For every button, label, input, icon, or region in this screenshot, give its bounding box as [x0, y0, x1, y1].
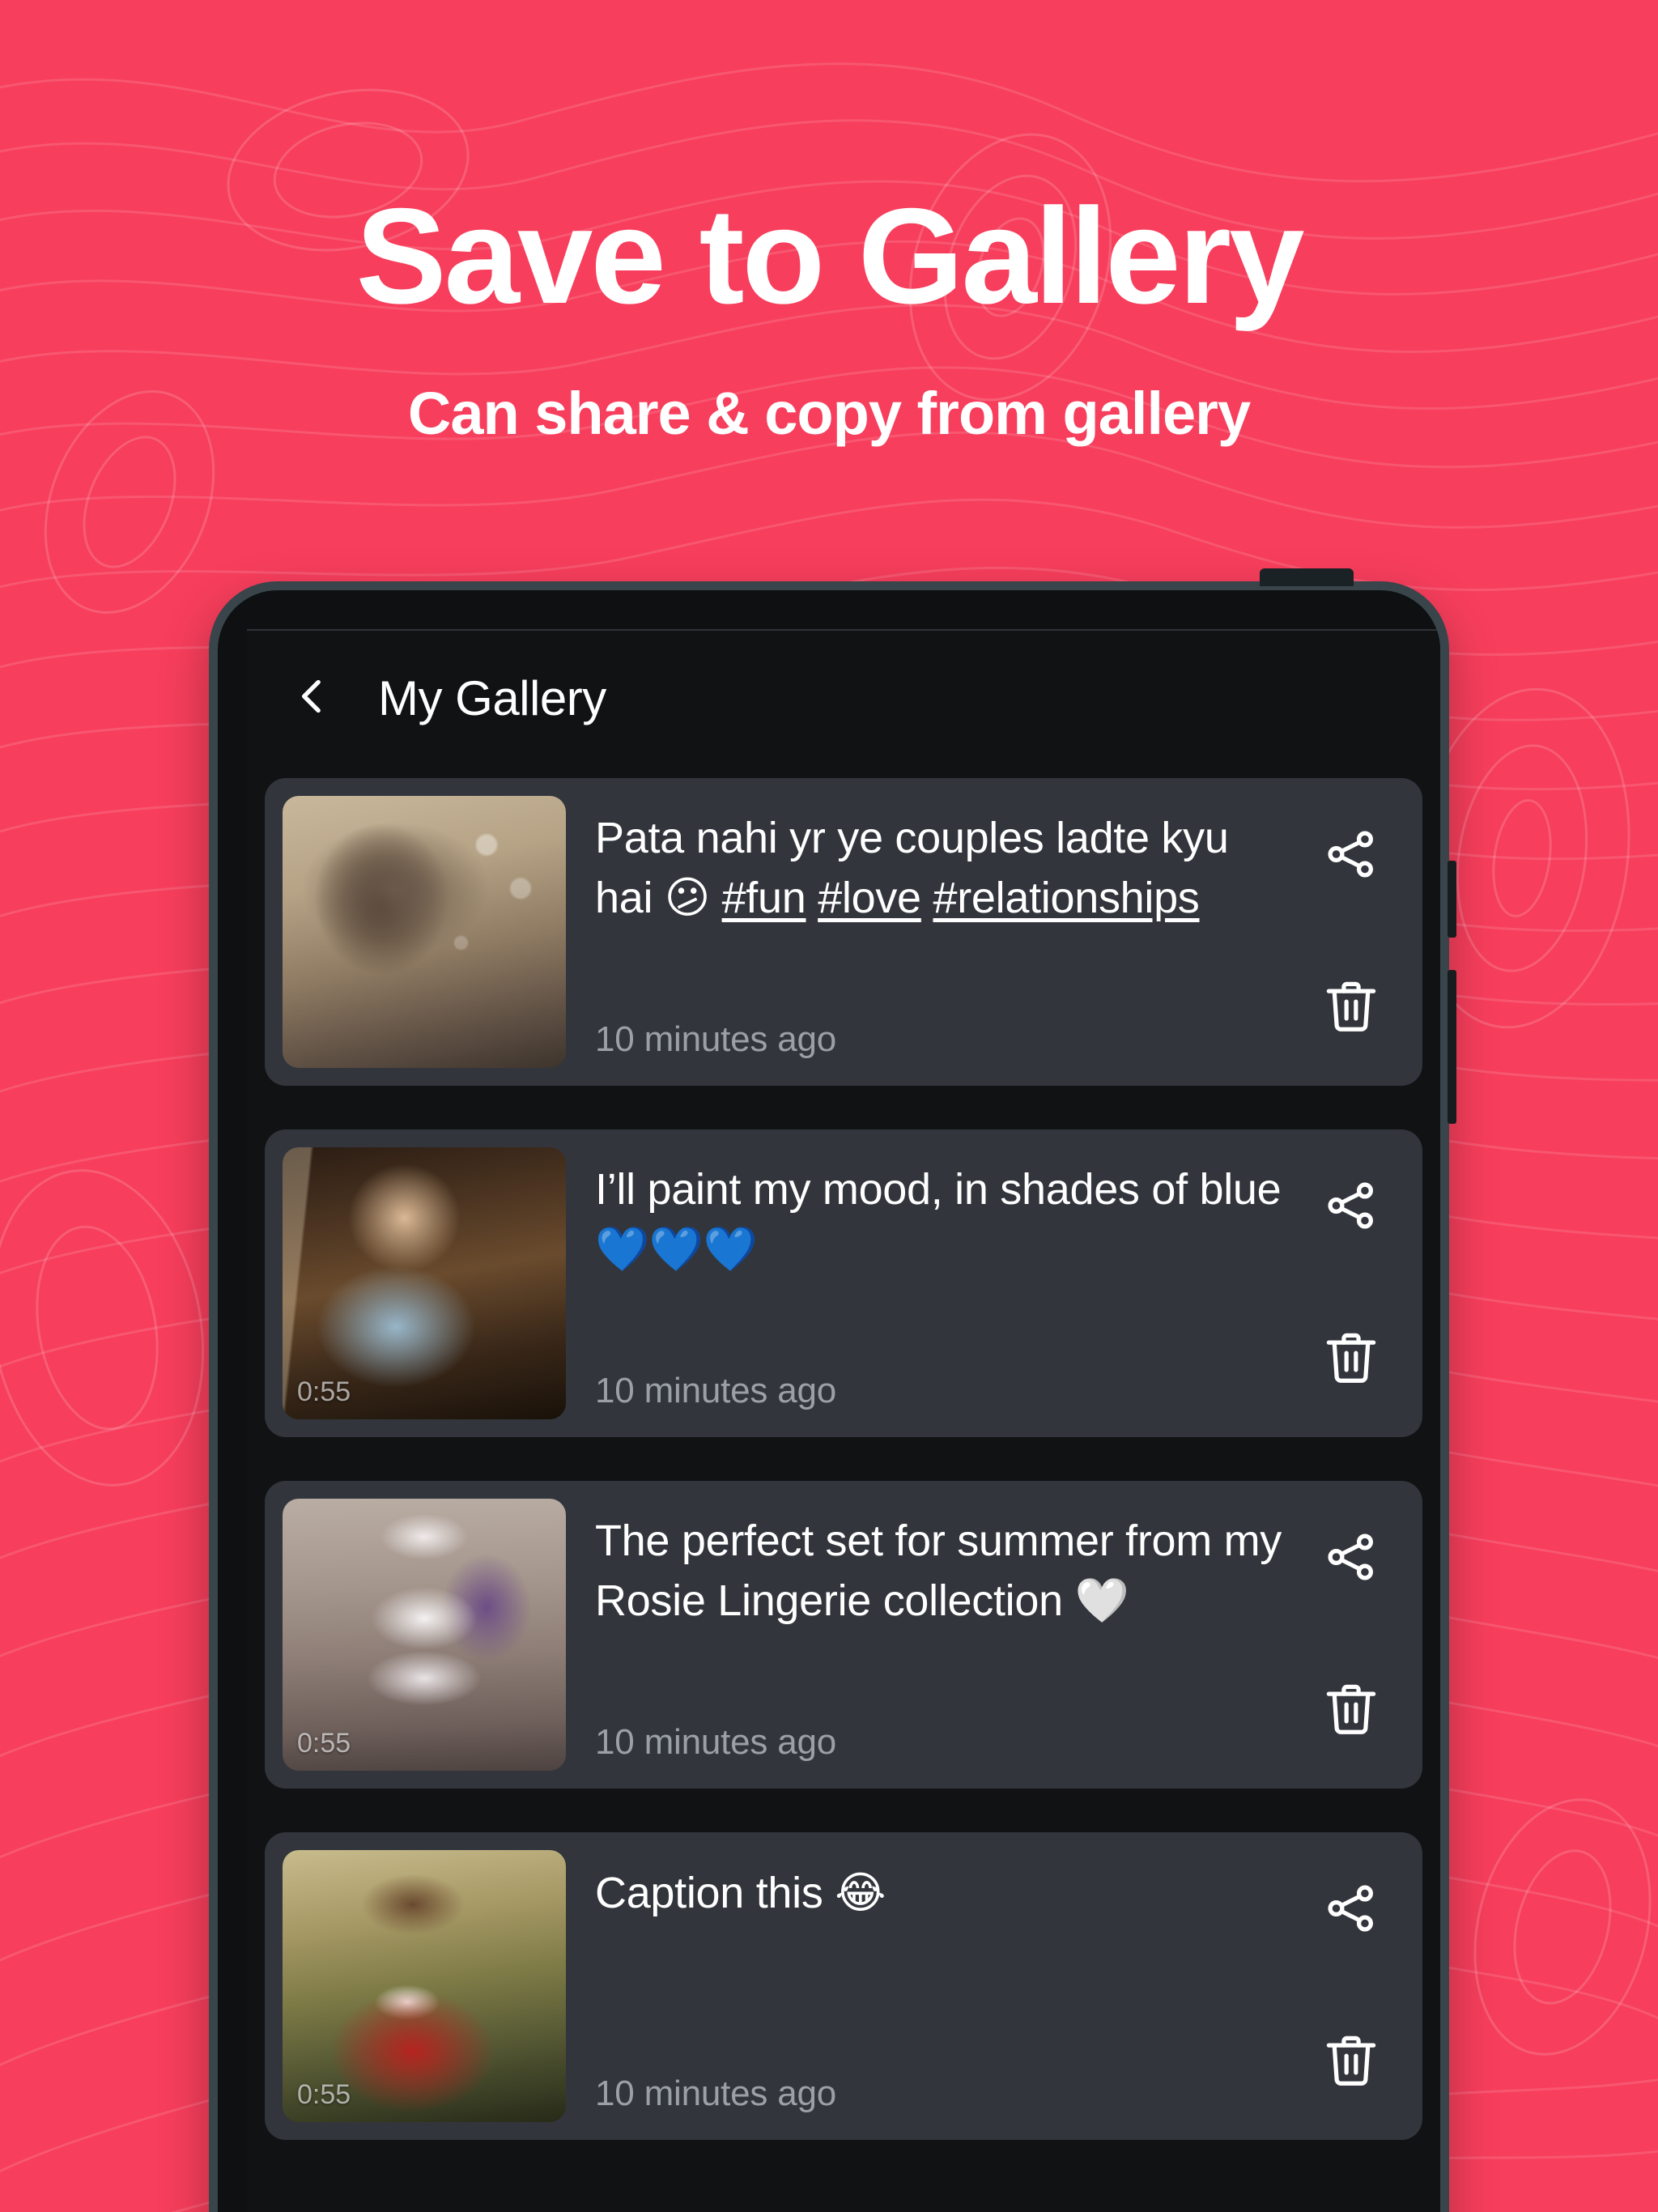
caption-segment: The perfect set for summer from my Rosie…	[595, 1516, 1282, 1626]
caption-segment: Caption this	[595, 1869, 835, 1917]
hashtag[interactable]: #fun	[722, 874, 806, 922]
phone-volume-button[interactable]	[1448, 970, 1456, 1124]
share-nodes-icon	[1321, 1878, 1381, 1942]
duration-badge: 0:55	[297, 2079, 351, 2110]
card-actions	[1298, 1850, 1405, 2122]
phone-power-button[interactable]	[1448, 861, 1456, 938]
thumbnail[interactable]	[283, 796, 566, 1068]
card-body: Caption this 😂 10 minutes ago	[566, 1850, 1298, 2122]
card-body: The perfect set for summer from my Rosie…	[566, 1499, 1298, 1771]
white-heart-emoji: 🤍	[1074, 1575, 1129, 1627]
caption-text: Caption this 😂	[595, 1863, 1298, 1923]
duration-badge: 0:55	[297, 1728, 351, 1759]
timestamp: 10 minutes ago	[595, 1371, 837, 1410]
timestamp: 10 minutes ago	[595, 2074, 837, 2113]
trash-icon	[1320, 1326, 1383, 1393]
card-actions	[1298, 1147, 1405, 1419]
trash-icon	[1320, 1678, 1383, 1745]
blue-heart-emoji: 💙💙💙	[595, 1223, 758, 1275]
back-button[interactable]	[274, 661, 349, 735]
app-bar-title: My Gallery	[378, 670, 606, 725]
delete-button[interactable]	[1312, 969, 1390, 1047]
gallery-card[interactable]: Pata nahi yr ye couples ladte kyu hai 😕 …	[265, 778, 1422, 1086]
delete-button[interactable]	[1312, 1672, 1390, 1750]
phone-screen-bezel: My Gallery Pata nahi yr ye couples ladte…	[218, 590, 1440, 2212]
page-subtitle: Can share & copy from gallery	[407, 380, 1251, 447]
share-nodes-icon	[1321, 824, 1381, 888]
gallery-card[interactable]: 0:55 The perfect set for summer from my R…	[265, 1481, 1422, 1789]
card-actions	[1298, 796, 1405, 1068]
share-nodes-icon	[1321, 1176, 1381, 1240]
share-button[interactable]	[1312, 817, 1390, 895]
share-nodes-icon	[1321, 1527, 1381, 1591]
caption-segment: I’ll paint my mood, in shades of blue	[595, 1165, 1282, 1214]
share-button[interactable]	[1312, 1871, 1390, 1949]
caption-segment	[806, 874, 818, 922]
thumbnail[interactable]: 0:55	[283, 1147, 566, 1419]
app-bar: My Gallery	[247, 631, 1440, 765]
gallery-card[interactable]: 0:55 I’ll paint my mood, in shades of blu…	[265, 1129, 1422, 1437]
gallery-card[interactable]: 0:55 Caption this 😂 10 minutes ago	[265, 1832, 1422, 2140]
gallery-list[interactable]: Pata nahi yr ye couples ladte kyu hai 😕 …	[247, 765, 1440, 2140]
timestamp: 10 minutes ago	[595, 1722, 837, 1762]
trash-icon	[1320, 2029, 1383, 2096]
delete-button[interactable]	[1312, 1321, 1390, 1398]
chevron-left-icon	[289, 674, 334, 723]
hashtag[interactable]: #love	[818, 874, 921, 922]
share-button[interactable]	[1312, 1520, 1390, 1597]
caption-text: The perfect set for summer from my Rosie…	[595, 1512, 1298, 1631]
thumbnail[interactable]: 0:55	[283, 1850, 566, 2122]
delete-button[interactable]	[1312, 2023, 1390, 2101]
app-screen: My Gallery Pata nahi yr ye couples ladte…	[247, 629, 1440, 2212]
promo-text-block: Save to Gallery Can share & copy from ga…	[0, 0, 1658, 444]
card-body: Pata nahi yr ye couples ladte kyu hai 😕 …	[566, 796, 1298, 1068]
caption-text: I’ll paint my mood, in shades of blue 💙💙💙	[595, 1160, 1298, 1280]
hashtag[interactable]: #relationships	[933, 874, 1200, 922]
caption-text: Pata nahi yr ye couples ladte kyu hai 😕 …	[595, 809, 1298, 929]
caption-segment	[710, 874, 722, 922]
thumbnail[interactable]: 0:55	[283, 1499, 566, 1771]
card-actions	[1298, 1499, 1405, 1771]
phone-mockup: My Gallery Pata nahi yr ye couples ladte…	[209, 568, 1456, 2212]
duration-badge: 0:55	[297, 1376, 351, 1407]
emoji: 😕	[664, 872, 710, 924]
trash-icon	[1320, 975, 1383, 1042]
page-title: Save to Gallery	[355, 180, 1305, 332]
emoji: 😂	[835, 1867, 886, 1918]
card-body: I’ll paint my mood, in shades of blue 💙💙💙…	[566, 1147, 1298, 1419]
phone-top-nub	[1260, 568, 1354, 586]
caption-segment	[921, 874, 933, 922]
timestamp: 10 minutes ago	[595, 1019, 837, 1059]
share-button[interactable]	[1312, 1168, 1390, 1246]
